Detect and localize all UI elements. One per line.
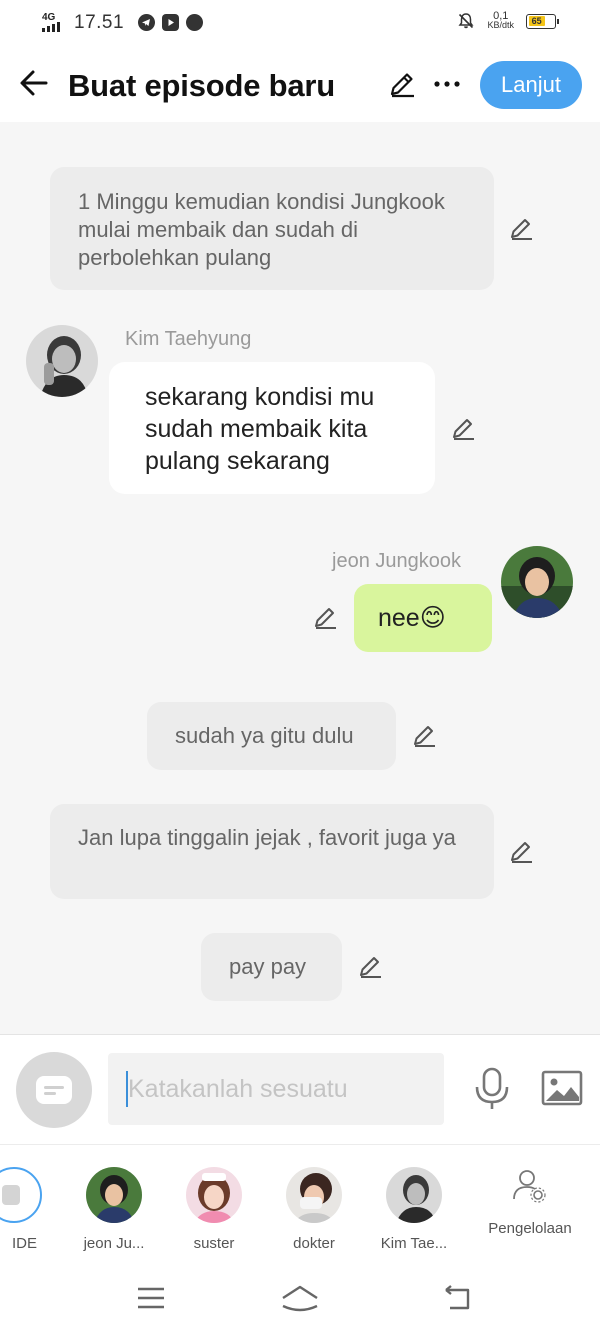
avatar-kim-taehyung[interactable]: [26, 325, 98, 397]
mute-bell-icon: [458, 13, 474, 29]
battery-level: 65: [528, 16, 545, 26]
narration-bubble[interactable]: pay pay: [201, 933, 342, 1001]
chat-area[interactable]: 1 Minggu kemudian kondisi Jungkook mulai…: [0, 122, 600, 1034]
edit-message-icon[interactable]: [357, 953, 383, 979]
edit-message-icon[interactable]: [508, 215, 534, 241]
clock: 17.51: [74, 12, 125, 33]
microphone-icon[interactable]: [472, 1067, 512, 1111]
character-label: Kim Tae...: [380, 1235, 448, 1252]
edit-message-icon[interactable]: [450, 415, 476, 441]
avatar-jeon-jungkook[interactable]: [501, 546, 573, 618]
narration-mode-button[interactable]: [16, 1052, 92, 1128]
character-kim-taehyung[interactable]: Kim Tae...: [369, 1167, 459, 1252]
system-navigation-bar: [0, 1262, 600, 1333]
chat-notification-icon: [186, 14, 203, 31]
character-label: dokter: [293, 1235, 335, 1252]
telegram-icon: [138, 14, 155, 31]
character-label: jeon Ju...: [83, 1235, 145, 1252]
narration-bubble[interactable]: 1 Minggu kemudian kondisi Jungkook mulai…: [50, 167, 494, 290]
next-button[interactable]: Lanjut: [480, 61, 582, 109]
battery-icon: 65: [526, 13, 559, 29]
narration-bubble[interactable]: Jan lupa tinggalin jejak , favorit juga …: [50, 804, 494, 899]
character-dokter[interactable]: dokter: [269, 1167, 359, 1252]
message-composer: [0, 1034, 600, 1144]
character-label: IDE: [12, 1235, 38, 1252]
message-input[interactable]: [108, 1053, 444, 1125]
manage-label: Pengelolaan: [488, 1220, 572, 1237]
message-bubble[interactable]: sekarang kondisi mu sudah membaik kita p…: [109, 362, 435, 494]
avatar: [286, 1167, 342, 1223]
character-label: suster: [193, 1235, 235, 1252]
character-suster[interactable]: suster: [169, 1167, 259, 1252]
edit-message-icon[interactable]: [312, 604, 338, 630]
edit-message-icon[interactable]: [508, 838, 534, 864]
character-jeon-jungkook[interactable]: jeon Ju...: [69, 1167, 159, 1252]
more-options-icon[interactable]: [432, 70, 462, 98]
sender-name: Kim Taehyung: [125, 328, 252, 350]
user-settings-icon: [513, 1170, 546, 1203]
edit-title-icon[interactable]: [388, 70, 416, 98]
text-caret: [126, 1071, 128, 1107]
avatar: [386, 1167, 442, 1223]
network-speed: 0,1 KB/dtk: [487, 11, 514, 30]
edit-message-icon[interactable]: [411, 722, 437, 748]
character-selector: IDE jeon Ju... suster dokter Kim Tae... …: [0, 1144, 600, 1262]
menu-icon[interactable]: [136, 1284, 166, 1312]
back-arrow-icon[interactable]: [18, 66, 52, 100]
youtube-icon: [162, 14, 179, 31]
home-icon[interactable]: [280, 1284, 320, 1312]
top-bar: Buat episode baru Lanjut: [0, 46, 600, 122]
reply-bubble[interactable]: nee😊: [354, 584, 492, 652]
manage-characters-button[interactable]: Pengelolaan: [482, 1167, 578, 1237]
narration-mode-icon: [36, 1076, 72, 1104]
status-bar: 4G 17.51 0,1 KB/dtk 65: [0, 0, 600, 46]
avatar: [86, 1167, 142, 1223]
page-title: Buat episode baru: [68, 68, 336, 103]
sender-name: jeon Jungkook: [332, 550, 461, 572]
avatar: [186, 1167, 242, 1223]
app-screen: 4G 17.51 0,1 KB/dtk 65 Buat episode baru…: [0, 0, 600, 1333]
signal-icon: [42, 22, 60, 32]
status-right: 0,1 KB/dtk 65: [457, 11, 559, 30]
narration-bubble[interactable]: sudah ya gitu dulu: [147, 702, 396, 770]
speed-unit: KB/dtk: [487, 20, 514, 30]
image-icon[interactable]: [541, 1070, 583, 1106]
back-icon[interactable]: [442, 1284, 472, 1312]
narrator-icon: [0, 1167, 42, 1223]
narrator-character[interactable]: [0, 1167, 44, 1223]
